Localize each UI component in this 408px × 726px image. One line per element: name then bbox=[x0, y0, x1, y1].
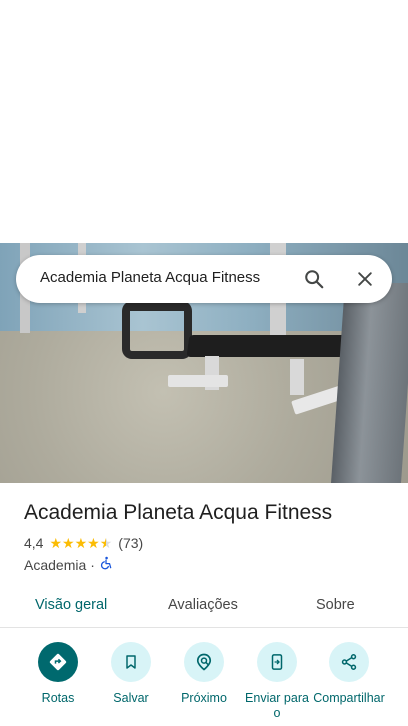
star-half-icon: ★ bbox=[99, 535, 113, 551]
share-label: Compartilhar bbox=[313, 691, 385, 705]
rating-row[interactable]: 4,4 ★ ★ ★ ★ ★ (73) bbox=[24, 535, 143, 551]
tab-about[interactable]: Sobre bbox=[316, 597, 355, 613]
tab-bar: Visão geral Avaliações Sobre bbox=[0, 591, 408, 628]
search-icon[interactable] bbox=[302, 267, 326, 291]
nearby-label: Próximo bbox=[181, 691, 227, 705]
photo-column bbox=[331, 283, 408, 483]
share-icon bbox=[329, 642, 369, 682]
star-icon: ★ bbox=[87, 535, 100, 551]
place-title: Academia Planeta Acqua Fitness bbox=[24, 501, 333, 524]
share-button[interactable]: Compartilhar bbox=[312, 642, 386, 706]
tab-reviews[interactable]: Avaliações bbox=[168, 597, 238, 613]
wheelchair-icon bbox=[99, 556, 113, 573]
star-icon: ★ bbox=[62, 535, 75, 551]
send-to-phone-button[interactable]: Enviar para o bbox=[240, 642, 314, 721]
action-bar: Rotas Salvar Próximo Enviar para o Compa… bbox=[0, 640, 408, 726]
save-button[interactable]: Salvar bbox=[94, 642, 168, 706]
rating-value: 4,4 bbox=[24, 535, 44, 551]
tab-overview[interactable]: Visão geral bbox=[35, 597, 107, 613]
directions-button[interactable]: Rotas bbox=[21, 642, 95, 706]
bookmark-icon bbox=[111, 642, 151, 682]
directions-label: Rotas bbox=[41, 691, 75, 705]
photo-bench-leg bbox=[290, 359, 304, 395]
star-icon: ★ bbox=[49, 535, 63, 551]
place-category: Academia bbox=[24, 556, 87, 573]
nearby-button[interactable]: Próximo bbox=[167, 642, 241, 706]
save-label: Salvar bbox=[113, 691, 149, 705]
star-icon: ★ bbox=[74, 535, 88, 551]
map-area[interactable] bbox=[0, 0, 408, 243]
category-row: Academia · bbox=[24, 556, 113, 573]
close-icon[interactable] bbox=[353, 267, 377, 291]
search-bar[interactable]: Academia Planeta Acqua Fitness bbox=[16, 255, 392, 303]
search-query[interactable]: Academia Planeta Acqua Fitness bbox=[40, 269, 260, 286]
photo-bench bbox=[186, 335, 348, 357]
nearby-icon bbox=[184, 642, 224, 682]
directions-icon bbox=[38, 642, 78, 682]
separator: · bbox=[90, 556, 95, 573]
rating-stars: ★ ★ ★ ★ ★ bbox=[49, 536, 112, 550]
send-to-phone-icon bbox=[257, 642, 297, 682]
review-count: (73) bbox=[118, 535, 144, 551]
send-to-phone-label: Enviar para o bbox=[245, 691, 309, 720]
photo-equipment bbox=[122, 301, 192, 359]
photo-bench-base bbox=[168, 375, 228, 387]
